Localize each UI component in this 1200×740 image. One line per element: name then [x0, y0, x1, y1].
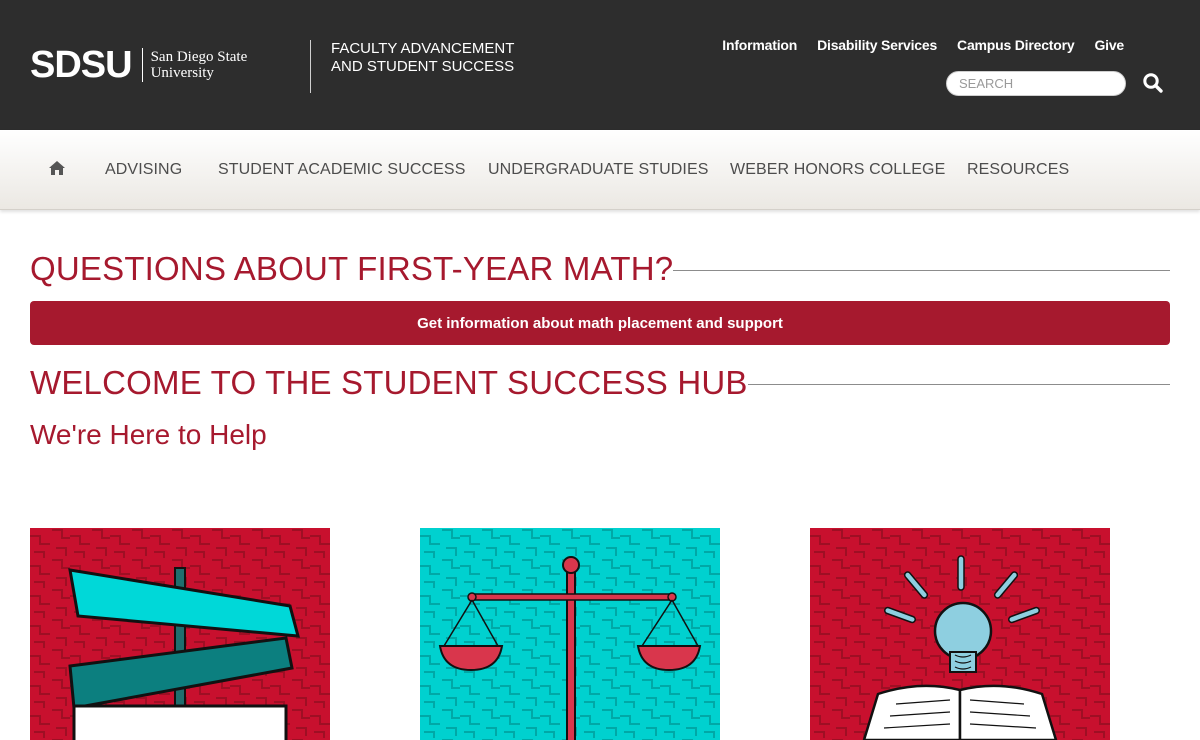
department-line2: AND STUDENT SUCCESS	[331, 58, 515, 75]
logo-line1: San Diego State	[150, 49, 248, 65]
department-title-link[interactable]: FACULTY ADVANCEMENT AND STUDENT SUCCESS	[331, 40, 514, 76]
street-signs-illustration	[30, 528, 330, 740]
search-icon[interactable]	[1142, 72, 1164, 94]
utility-link-information[interactable]: Information	[722, 37, 797, 53]
search-input[interactable]	[946, 71, 1126, 96]
nav-item-weber-honors-college[interactable]: WEBER HONORS COLLEGE	[730, 161, 945, 179]
home-icon[interactable]	[49, 161, 67, 177]
heading-rule	[747, 383, 1170, 385]
utility-link-give[interactable]: Give	[1094, 37, 1124, 53]
lightbulb-book-illustration	[810, 528, 1110, 740]
sdsu-logo[interactable]: SDSU San Diego State University	[30, 46, 247, 84]
balance-scale-illustration	[420, 528, 720, 740]
site-header: SDSU San Diego State University FACULTY …	[0, 0, 1200, 130]
welcome-section-heading: WELCOME TO THE STUDENT SUCCESS HUB	[30, 364, 1170, 402]
card-balance-scale[interactable]	[420, 528, 720, 740]
welcome-heading: WELCOME TO THE STUDENT SUCCESS HUB	[30, 364, 748, 401]
nav-item-undergraduate-studies[interactable]: UNDERGRADUATE STUDIES	[488, 161, 709, 179]
logo-divider	[141, 48, 143, 82]
card-street-signs[interactable]	[30, 528, 330, 740]
logo-mark: SDSU	[30, 44, 133, 86]
header-divider	[310, 40, 311, 93]
math-heading: QUESTIONS ABOUT FIRST-YEAR MATH?	[30, 250, 674, 287]
math-section-heading: QUESTIONS ABOUT FIRST-YEAR MATH?	[30, 250, 1170, 288]
math-placement-button[interactable]: Get information about math placement and…	[30, 301, 1170, 345]
department-line1: FACULTY ADVANCEMENT	[331, 40, 515, 57]
logo-wordmark: San Diego State University	[151, 49, 248, 81]
card-lightbulb-book[interactable]	[810, 528, 1110, 740]
logo-line2: University	[150, 65, 214, 81]
nav-item-student-academic-success[interactable]: STUDENT ACADEMIC SUCCESS	[218, 161, 465, 179]
main-nav: ADVISING STUDENT ACADEMIC SUCCESS UNDERG…	[0, 130, 1200, 210]
utility-link-campus-directory[interactable]: Campus Directory	[957, 37, 1075, 53]
welcome-subheading: We're Here to Help	[30, 419, 267, 450]
nav-item-advising[interactable]: ADVISING	[105, 161, 182, 179]
utility-nav: Information Disability Services Campus D…	[722, 37, 1124, 53]
utility-link-disability-services[interactable]: Disability Services	[817, 37, 937, 53]
heading-rule	[673, 269, 1170, 271]
nav-item-resources[interactable]: RESOURCES	[967, 161, 1069, 179]
